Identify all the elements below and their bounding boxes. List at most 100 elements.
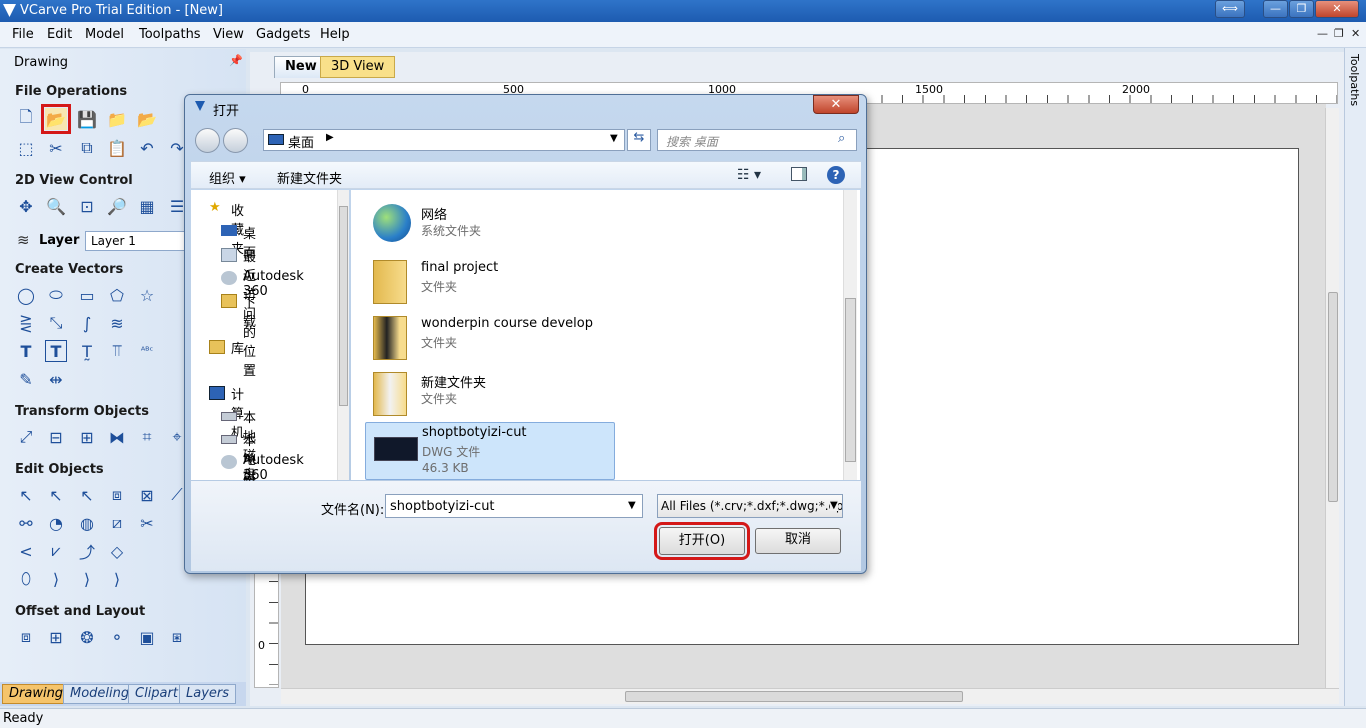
menu-edit[interactable]: Edit	[47, 27, 72, 42]
zoom-selection-icon[interactable]: 🔎	[106, 195, 128, 217]
help-icon[interactable]: ?	[827, 166, 845, 184]
toolpaths-strip[interactable]: Toolpaths	[1344, 48, 1366, 706]
cancel-button[interactable]: 取消	[755, 528, 841, 554]
nesting-icon[interactable]: ▣	[136, 626, 158, 648]
fillet-icon[interactable]: ⩗	[45, 540, 67, 562]
vertical-scrollbar[interactable]	[1325, 108, 1339, 688]
menu-help[interactable]: Help	[320, 27, 350, 42]
copy-icon[interactable]: ⧉	[76, 137, 98, 159]
mdi-minimize-button[interactable]: —	[1317, 27, 1328, 40]
list-item[interactable]: wonderpin course develop 文件夹	[365, 310, 615, 366]
extend-icon[interactable]: ⤴	[76, 540, 98, 562]
file-type-select[interactable]: All Files (*.crv;*.dxf;*.dwg;*.ep ▼	[657, 494, 843, 518]
scroll-thumb[interactable]	[1328, 292, 1338, 502]
address-dropdown-icon[interactable]: ▼	[610, 133, 618, 144]
filename-dropdown-icon[interactable]: ▼	[628, 500, 636, 511]
set-size-icon[interactable]: ⊞	[76, 426, 98, 448]
align-icon[interactable]: ⊟	[45, 426, 67, 448]
select-all-icon[interactable]: ⬚	[15, 137, 37, 159]
polygon-icon[interactable]: ⬠	[106, 284, 128, 306]
nav-scrollbar[interactable]	[337, 190, 349, 480]
organize-button[interactable]: 组织 ▾	[209, 168, 246, 187]
text-icon[interactable]: T	[15, 340, 37, 362]
scroll-thumb[interactable]	[339, 206, 348, 406]
zoom-extents-icon[interactable]: ⊡	[76, 195, 98, 217]
paste-icon[interactable]: 📋	[106, 137, 128, 159]
list-item[interactable]: 网络 系统文件夹	[365, 198, 615, 254]
ungroup-icon[interactable]: ⊠	[136, 484, 158, 506]
auto-layout-text-icon[interactable]: T	[45, 340, 67, 362]
new-folder-button[interactable]: 新建文件夹	[277, 168, 342, 187]
polyline-icon[interactable]: ⋛	[15, 312, 37, 334]
star-icon[interactable]: ☆	[136, 284, 158, 306]
weld-icon[interactable]: ⚯	[15, 512, 37, 534]
address-bar[interactable]: 桌面 ▶ ▼	[263, 129, 625, 151]
menu-file[interactable]: File	[12, 27, 34, 42]
cut-icon[interactable]: ✂	[45, 137, 67, 159]
view-options-icon[interactable]: ☷ ▾	[737, 167, 761, 183]
mdi-restore-button[interactable]: ❐	[1334, 27, 1344, 40]
copy-along-vector-icon[interactable]: ⚬	[106, 626, 128, 648]
list-item[interactable]: 新建文件夹 文件夹	[365, 366, 615, 422]
scroll-thumb[interactable]	[625, 691, 963, 702]
menu-view[interactable]: View	[213, 27, 244, 42]
refresh-icon[interactable]: ⇆	[627, 129, 651, 151]
arc-icon[interactable]: ∫	[76, 312, 98, 334]
close-button[interactable]: ✕	[1315, 0, 1359, 18]
text-on-curve-icon[interactable]: T̰	[76, 340, 98, 362]
preview-pane-icon[interactable]	[791, 167, 807, 181]
file-type-dropdown-icon[interactable]: ▼	[830, 500, 838, 511]
minimize-button[interactable]: —	[1263, 0, 1288, 18]
nodes-icon[interactable]: ⟩	[106, 568, 128, 590]
file-list-scrollbar[interactable]	[843, 190, 857, 480]
layout-icon[interactable]: ⧆	[166, 626, 188, 648]
mdi-close-button[interactable]: ✕	[1351, 27, 1360, 40]
scroll-thumb[interactable]	[845, 298, 856, 462]
move-icon[interactable]: ⤢	[15, 426, 37, 448]
tab-clipart[interactable]: Clipart	[128, 684, 185, 704]
horizontal-scrollbar[interactable]	[281, 688, 1339, 704]
rectangle-icon[interactable]: ▭	[76, 284, 98, 306]
subtract-icon[interactable]: ◔	[45, 512, 67, 534]
list-item-selected[interactable]: shoptbotyizi-cut DWG 文件 46.3 KB	[365, 422, 615, 480]
intersect-icon[interactable]: ◍	[76, 512, 98, 534]
dimensions-icon[interactable]: ⇹	[45, 368, 67, 390]
ellipse-icon[interactable]: ⬭	[45, 284, 67, 306]
curve-fit-icon[interactable]: ⟩	[45, 568, 67, 590]
dialog-close-button[interactable]: ✕	[813, 95, 859, 114]
new-file-icon[interactable]: 🗋	[15, 107, 37, 130]
tangent-icon[interactable]: ⟩	[76, 568, 98, 590]
array-copy-icon[interactable]: ⊞	[45, 626, 67, 648]
pan-icon[interactable]: ✥	[15, 195, 37, 217]
dimension-text-icon[interactable]: ⫪	[106, 340, 128, 362]
circle-icon[interactable]: ◯	[15, 284, 37, 306]
select-icon[interactable]: ↖	[15, 484, 37, 506]
save-icon[interactable]: 💾	[76, 108, 98, 130]
tab-modeling[interactable]: Modeling	[63, 684, 137, 704]
close-vector-icon[interactable]: ◇	[106, 540, 128, 562]
circular-array-icon[interactable]: ❂	[76, 626, 98, 648]
zoom-box-icon[interactable]: 🔍	[45, 195, 67, 217]
trim-icon[interactable]: ⧄	[106, 512, 128, 534]
open-button[interactable]: 打开(O)	[654, 522, 750, 560]
interactive-select-icon[interactable]: ↖	[76, 484, 98, 506]
smart-smooth-icon[interactable]: ⬯	[15, 568, 37, 590]
menu-toolpaths[interactable]: Toolpaths	[139, 27, 201, 42]
import-vectors-icon[interactable]: 📁	[106, 108, 128, 130]
curve-icon[interactable]: ⤡	[45, 312, 67, 334]
open-file-icon[interactable]: 📂	[41, 104, 71, 134]
address-text[interactable]: 桌面	[288, 132, 314, 151]
node-edit-icon[interactable]: ↖	[45, 484, 67, 506]
forward-button[interactable]	[223, 128, 248, 153]
pin-icon[interactable]: 📌	[229, 54, 243, 67]
offset-icon[interactable]: ⧈	[15, 626, 37, 648]
tab-drawing[interactable]: Drawing	[2, 684, 71, 704]
toolpaths-tab[interactable]: Toolpaths	[1348, 54, 1361, 106]
scissors-icon[interactable]: ✂	[136, 512, 158, 534]
menu-gadgets[interactable]: Gadgets	[256, 27, 310, 42]
undo-icon[interactable]: ↶	[136, 137, 158, 159]
restore-glyph-button[interactable]: ⟺	[1215, 0, 1245, 18]
join-icon[interactable]: <	[15, 540, 37, 562]
mirror-icon[interactable]: ⧓	[106, 426, 128, 448]
search-input[interactable]: 搜索 桌面 ⌕	[657, 129, 857, 151]
